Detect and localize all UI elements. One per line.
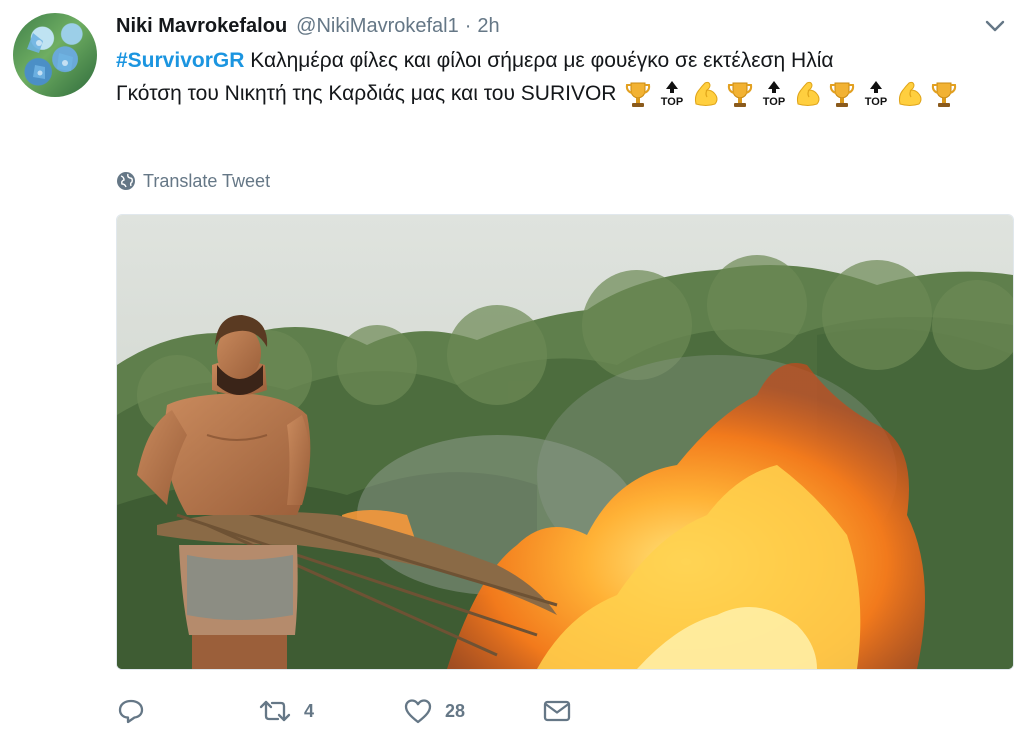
heart-icon (404, 699, 432, 724)
display-name[interactable]: Niki Mavrokefalou (116, 15, 287, 38)
like-button[interactable]: 28 (403, 694, 465, 728)
svg-text:TOP: TOP (763, 96, 785, 108)
user-handle[interactable]: @NikiMavrokefal1 (296, 15, 459, 38)
avatar[interactable] (13, 13, 97, 97)
tweet-action-bar: 4 28 (116, 694, 616, 728)
tweet-text-line1: Καλημέρα φίλες και φίλοι σήμερα με φουέγ… (244, 49, 834, 72)
tweet-media-image[interactable] (116, 214, 1014, 670)
like-count: 28 (445, 700, 466, 721)
tweet-header: Niki Mavrokefalou @NikiMavrokefal1 · 2h (116, 12, 500, 40)
translate-label: Translate Tweet (143, 170, 271, 191)
retweet-icon (259, 700, 291, 722)
svg-text:TOP: TOP (661, 96, 683, 108)
trophy-icon (932, 82, 957, 108)
top-arrow-icon: TOP (661, 81, 684, 108)
flexed-biceps-icon (899, 82, 922, 107)
timestamp[interactable]: 2h (477, 15, 499, 38)
top-arrow-icon: TOP (763, 81, 786, 108)
separator-dot: · (464, 14, 472, 37)
tweet-text-line2: Γκότση του Νικητή της Καρδιάς μας και το… (116, 82, 617, 105)
reply-button[interactable] (116, 694, 146, 728)
envelope-icon (543, 700, 571, 722)
translate-tweet-link[interactable]: Translate Tweet (116, 168, 270, 194)
man-with-fire-photo (117, 215, 1013, 669)
flower-avatar-image (27, 33, 73, 79)
retweet-button[interactable]: 4 (258, 694, 314, 728)
hashtag-link[interactable]: #SurvivorGR (116, 49, 244, 72)
trophy-icon (626, 82, 651, 108)
flexed-biceps-icon (695, 82, 718, 107)
svg-text:TOP: TOP (865, 96, 887, 108)
reply-icon (118, 699, 144, 724)
direct-message-button[interactable] (542, 694, 572, 728)
globe-icon (117, 172, 135, 190)
retweet-count: 4 (304, 700, 315, 721)
top-arrow-icon: TOP (865, 81, 888, 108)
flexed-biceps-icon (797, 82, 820, 107)
trophy-icon (728, 82, 753, 108)
more-options-chevron-down-icon[interactable] (983, 16, 1007, 36)
tweet-text: #SurvivorGR Καλημέρα φίλες και φίλοι σήμ… (116, 44, 996, 110)
trophy-icon (830, 82, 855, 108)
